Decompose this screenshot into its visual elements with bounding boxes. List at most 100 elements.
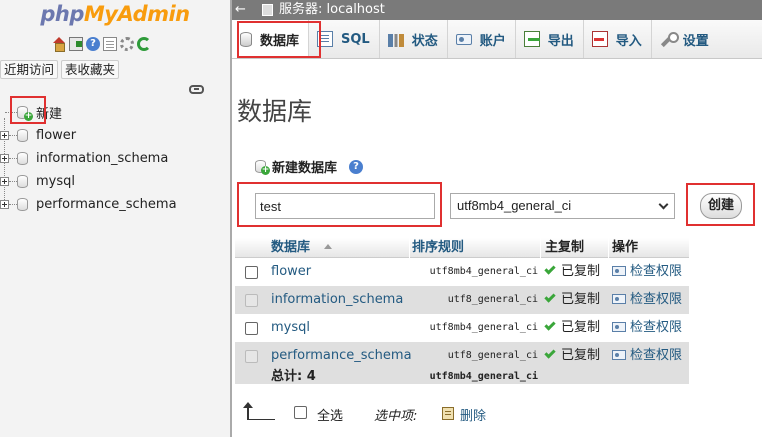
column-divider: [409, 238, 410, 258]
docs-icon[interactable]: [103, 37, 117, 51]
exit-icon[interactable]: [69, 37, 83, 51]
column-header-database[interactable]: 数据库: [271, 238, 333, 258]
database-icon: [17, 152, 28, 165]
database-icon: [17, 129, 28, 142]
column-header-collation[interactable]: 排序规则: [412, 238, 538, 258]
highlight-box-name-input: [237, 182, 442, 227]
replication-cell: 已复制: [544, 286, 600, 314]
expand-icon[interactable]: [0, 131, 9, 140]
tree-item-label[interactable]: mysql: [36, 174, 75, 189]
tab-export[interactable]: 导出: [516, 20, 584, 58]
expand-icon[interactable]: [0, 154, 9, 163]
privileges-icon: [612, 350, 626, 360]
privileges-icon: [612, 266, 626, 276]
table-header: 数据库 排序规则 主复制 操作: [235, 238, 689, 258]
breadcrumb-server[interactable]: 服务器: localhost: [279, 0, 385, 20]
select-all-label[interactable]: 全选: [317, 405, 343, 424]
expand-icon[interactable]: [0, 200, 9, 209]
panel-splitter[interactable]: [230, 0, 232, 437]
expand-icon[interactable]: [0, 177, 9, 186]
column-divider: [540, 238, 541, 258]
check-privileges-link[interactable]: 检查权限: [612, 286, 682, 314]
check-privileges-link[interactable]: 检查权限: [612, 342, 682, 370]
favorites-tab[interactable]: 表收藏夹: [61, 60, 120, 79]
settings-icon[interactable]: [120, 37, 134, 51]
tab-label: SQL: [341, 31, 370, 47]
column-header-replication: 主复制: [545, 240, 585, 255]
tree-item-label[interactable]: performance_schema: [36, 197, 177, 212]
tab-import[interactable]: 导入: [584, 20, 652, 58]
phpmyadmin-logo[interactable]: phpMyAdmin: [0, 0, 230, 30]
chevron-down-icon: [658, 199, 669, 210]
row-checkbox[interactable]: [245, 266, 258, 279]
export-icon: [523, 31, 540, 47]
column-header-action: 操作: [612, 240, 639, 255]
table-total-row: 总计: 4 utf8mb4_general_ci: [235, 370, 689, 384]
tree-item-flower[interactable]: flower: [0, 124, 230, 147]
tree-item-label[interactable]: flower: [36, 128, 76, 143]
action-label: 检查权限: [630, 264, 683, 279]
sort-ascending-icon: [324, 244, 333, 249]
collation-cell: utf8mb4_general_ci: [429, 322, 538, 333]
home-icon[interactable]: [52, 37, 66, 52]
tab-label: 账户: [479, 33, 506, 49]
database-link[interactable]: mysql: [271, 314, 310, 342]
total-count: 总计: 4: [271, 369, 316, 384]
highlight-box-databases-tab: [237, 21, 321, 58]
collation-select[interactable]: utf8mb4_general_ci: [450, 193, 675, 219]
collapse-arrow-icon[interactable]: ←: [235, 0, 246, 20]
checkmark-icon: [544, 347, 556, 359]
create-database-label: 新建数据库: [272, 161, 338, 176]
database-link[interactable]: information_schema: [271, 286, 403, 314]
check-privileges-link[interactable]: 检查权限: [612, 258, 682, 286]
tree-connector: [9, 204, 17, 205]
replication-cell: 已复制: [544, 258, 600, 286]
help-icon[interactable]: ?: [86, 37, 100, 51]
tab-label: 状态: [411, 33, 438, 49]
tree-connector: [9, 158, 17, 159]
tab-settings[interactable]: 设置: [652, 20, 718, 58]
import-icon: [591, 31, 608, 47]
tree-connector: [9, 181, 17, 182]
tab-label: 导出: [547, 33, 574, 49]
replication-status: 已复制: [561, 320, 601, 335]
select-all-checkbox[interactable]: [294, 406, 307, 419]
highlight-box-create-button: [686, 183, 755, 226]
logo-myadmin-text: MyAdmin: [83, 2, 190, 26]
column-divider: [608, 238, 609, 258]
status-icon: [387, 33, 404, 47]
phpmyadmin-window: phpMyAdmin ? 近期访问 表收藏夹 新建 f: [0, 0, 762, 437]
action-label: 检查权限: [630, 292, 683, 307]
tree-item-label[interactable]: information_schema: [36, 151, 168, 166]
tab-accounts[interactable]: 账户: [448, 20, 516, 58]
collation-cell: utf8mb4_general_ci: [429, 266, 538, 277]
help-icon[interactable]: ?: [349, 159, 364, 174]
row-checkbox[interactable]: [245, 322, 258, 335]
privileges-icon: [612, 294, 626, 304]
delete-button[interactable]: 删除: [460, 405, 486, 424]
server-icon: [262, 4, 273, 16]
database-link[interactable]: performance_schema: [271, 342, 412, 370]
logo-php-text: php: [40, 2, 84, 26]
new-database-icon: [255, 160, 270, 175]
recent-tab[interactable]: 近期访问: [0, 60, 59, 79]
tree-item-performance-schema[interactable]: performance_schema: [0, 193, 230, 216]
navigation-panel: phpMyAdmin ? 近期访问 表收藏夹 新建 f: [0, 0, 230, 437]
collation-cell: utf8_general_ci: [447, 350, 538, 361]
replication-status: 已复制: [561, 348, 601, 363]
table-row: performance_schema utf8_general_ci 已复制 检…: [235, 342, 689, 370]
database-link[interactable]: flower: [271, 258, 311, 286]
page-title: 数据库: [237, 97, 313, 126]
tree-item-mysql[interactable]: mysql: [0, 170, 230, 193]
accounts-icon: [455, 33, 472, 45]
nav-icon-bar: ?: [52, 37, 151, 53]
replication-cell: 已复制: [544, 314, 601, 342]
reload-icon[interactable]: [137, 37, 151, 51]
tree-item-information-schema[interactable]: information_schema: [0, 147, 230, 170]
create-database-heading: 新建数据库 ?: [255, 157, 364, 176]
link-icon[interactable]: [189, 85, 204, 94]
tab-status[interactable]: 状态: [380, 20, 448, 58]
check-privileges-link[interactable]: 检查权限: [612, 314, 682, 342]
delete-icon[interactable]: [442, 407, 454, 420]
tab-label: 设置: [682, 33, 709, 49]
